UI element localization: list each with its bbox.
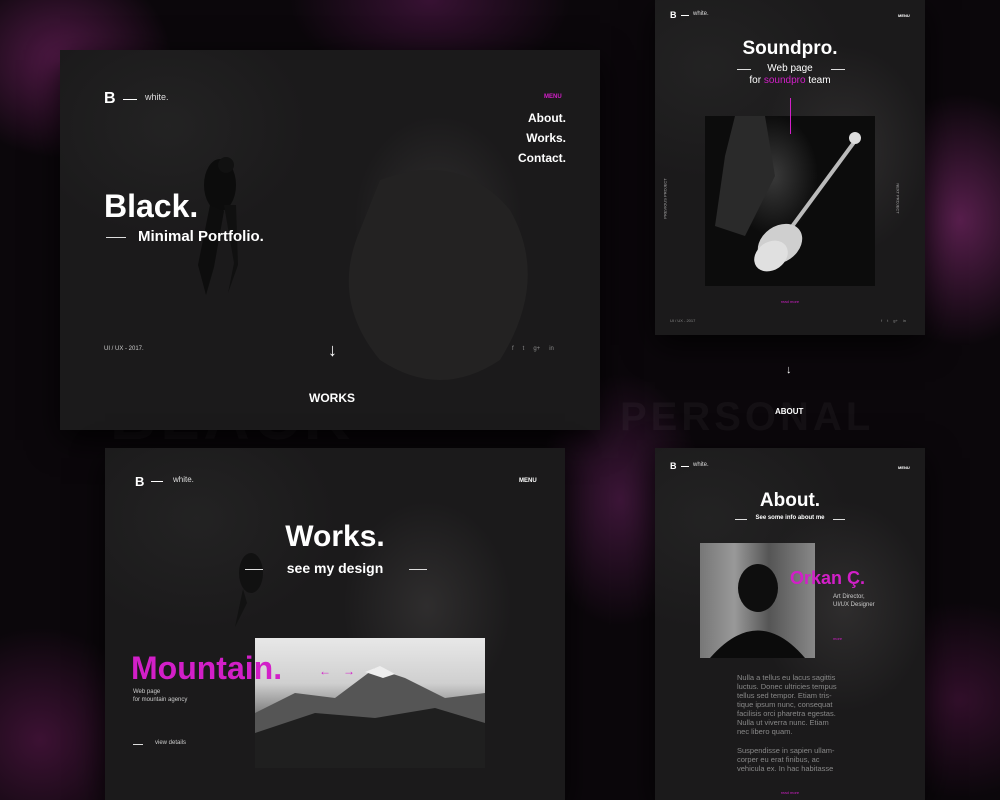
mountain-image[interactable] xyxy=(255,638,485,768)
linkedin-icon[interactable]: in xyxy=(903,318,906,323)
previous-project-link[interactable]: PREVIOUS PROJECT xyxy=(663,178,668,218)
guitarist-image[interactable] xyxy=(705,116,875,286)
project-desc-line1: Web page xyxy=(133,689,161,695)
menu-button[interactable]: MENU xyxy=(544,94,562,100)
diver-image-small xyxy=(235,553,263,627)
menu-button[interactable]: MENU xyxy=(898,465,910,470)
accent-line xyxy=(790,98,791,134)
project-nav: ← → xyxy=(319,664,355,678)
works-subtitle: see my design xyxy=(286,560,384,576)
about-name: Orkan Ç. xyxy=(790,568,866,588)
subtitle-divider-right xyxy=(409,569,427,570)
about-paragraph-1: Nulla a tellus eu lacus sagittis luctus.… xyxy=(737,673,837,736)
works-panel: B white. MENU Works. see my design Mount… xyxy=(105,448,565,800)
linkedin-icon[interactable]: in xyxy=(549,346,554,352)
nav-item-works[interactable]: Works. xyxy=(518,128,566,148)
soundpro-panel: B white. MENU Soundpro. Web page for sou… xyxy=(655,0,925,335)
about-panel: B white. MENU About. See some info about… xyxy=(655,448,925,800)
about-title: About. xyxy=(759,490,821,511)
about-role-2: UI/UX Designer xyxy=(833,602,875,608)
nav-item-contact[interactable]: Contact. xyxy=(518,148,566,168)
background-watermark-2: PERSONAL xyxy=(620,395,874,440)
logo-wordmark[interactable]: white. xyxy=(145,92,169,102)
nav-item-about[interactable]: About. xyxy=(518,108,566,128)
twitter-icon[interactable]: t xyxy=(523,346,525,352)
soundpro-title: Soundpro. xyxy=(742,38,838,59)
menu-button[interactable]: MENU xyxy=(519,478,537,484)
about-more-link[interactable]: more xyxy=(833,636,842,641)
social-links: f t g+ in xyxy=(512,346,554,352)
social-links: f t g+ in xyxy=(881,318,906,323)
meta-text: UI / UX - 2017. xyxy=(104,346,144,352)
googleplus-icon[interactable]: g+ xyxy=(893,318,898,323)
subtitle-divider-right xyxy=(831,69,845,70)
menu-button[interactable]: MENU xyxy=(898,13,910,18)
works-section-label: WORKS xyxy=(309,391,355,405)
twitter-icon[interactable]: t xyxy=(887,318,888,323)
project-desc-line2: for mountain agency xyxy=(133,697,188,703)
facebook-icon[interactable]: f xyxy=(881,318,882,323)
subtitle-divider-right xyxy=(833,519,845,520)
details-divider xyxy=(133,744,143,745)
diver-image xyxy=(198,157,238,295)
project-title: Mountain. xyxy=(131,650,283,686)
read-more-link[interactable]: read more xyxy=(655,299,925,304)
scroll-down-icon[interactable]: ↓ xyxy=(786,364,792,376)
logo-letter[interactable]: B xyxy=(670,461,677,471)
hero-title: Black. xyxy=(104,188,199,224)
nav-menu: About. Works. Contact. xyxy=(518,108,566,168)
read-more-link[interactable]: read more xyxy=(655,790,925,795)
view-details-link[interactable]: view details xyxy=(155,740,186,746)
logo-wordmark[interactable]: white. xyxy=(693,11,709,17)
logo-letter[interactable]: B xyxy=(670,10,677,20)
logo-divider xyxy=(151,481,163,482)
next-arrow-icon[interactable]: → xyxy=(343,664,355,678)
logo-wordmark[interactable]: white. xyxy=(173,475,194,484)
next-project-link[interactable]: NEXT PROJECT xyxy=(896,183,901,213)
hero-panel: B white. MENU About. Works. Contact. Bla… xyxy=(60,50,600,430)
soundpro-subtitle-1: Web page xyxy=(767,63,813,74)
logo-wordmark[interactable]: white. xyxy=(693,462,709,468)
logo-divider xyxy=(681,466,689,467)
facebook-icon[interactable]: f xyxy=(512,346,514,352)
logo-divider xyxy=(681,15,689,16)
scroll-down-icon[interactable]: ↓ xyxy=(328,340,337,361)
about-role-1: Art Director, xyxy=(833,594,865,600)
hero-subtitle: Minimal Portfolio. xyxy=(138,228,264,245)
works-title: Works. xyxy=(285,520,385,553)
logo-divider xyxy=(123,99,137,100)
subtitle-divider xyxy=(106,237,126,238)
googleplus-icon[interactable]: g+ xyxy=(533,346,540,352)
about-subtitle: See some info about me xyxy=(755,515,825,521)
rock-image xyxy=(348,170,528,380)
logo-letter[interactable]: B xyxy=(135,474,144,489)
meta-text: UI / UX - 2017 xyxy=(670,318,696,323)
about-paragraph-2: Suspendisse in sapien ullam- corper eu e… xyxy=(737,746,835,773)
portrait-image[interactable] xyxy=(700,543,815,658)
soundpro-subtitle-2: for soundpro team xyxy=(749,75,831,86)
about-section-label: ABOUT xyxy=(775,407,804,416)
prev-arrow-icon[interactable]: ← xyxy=(319,664,331,678)
logo-letter[interactable]: B xyxy=(104,90,116,108)
soundpro-accent: soundpro xyxy=(763,75,806,86)
